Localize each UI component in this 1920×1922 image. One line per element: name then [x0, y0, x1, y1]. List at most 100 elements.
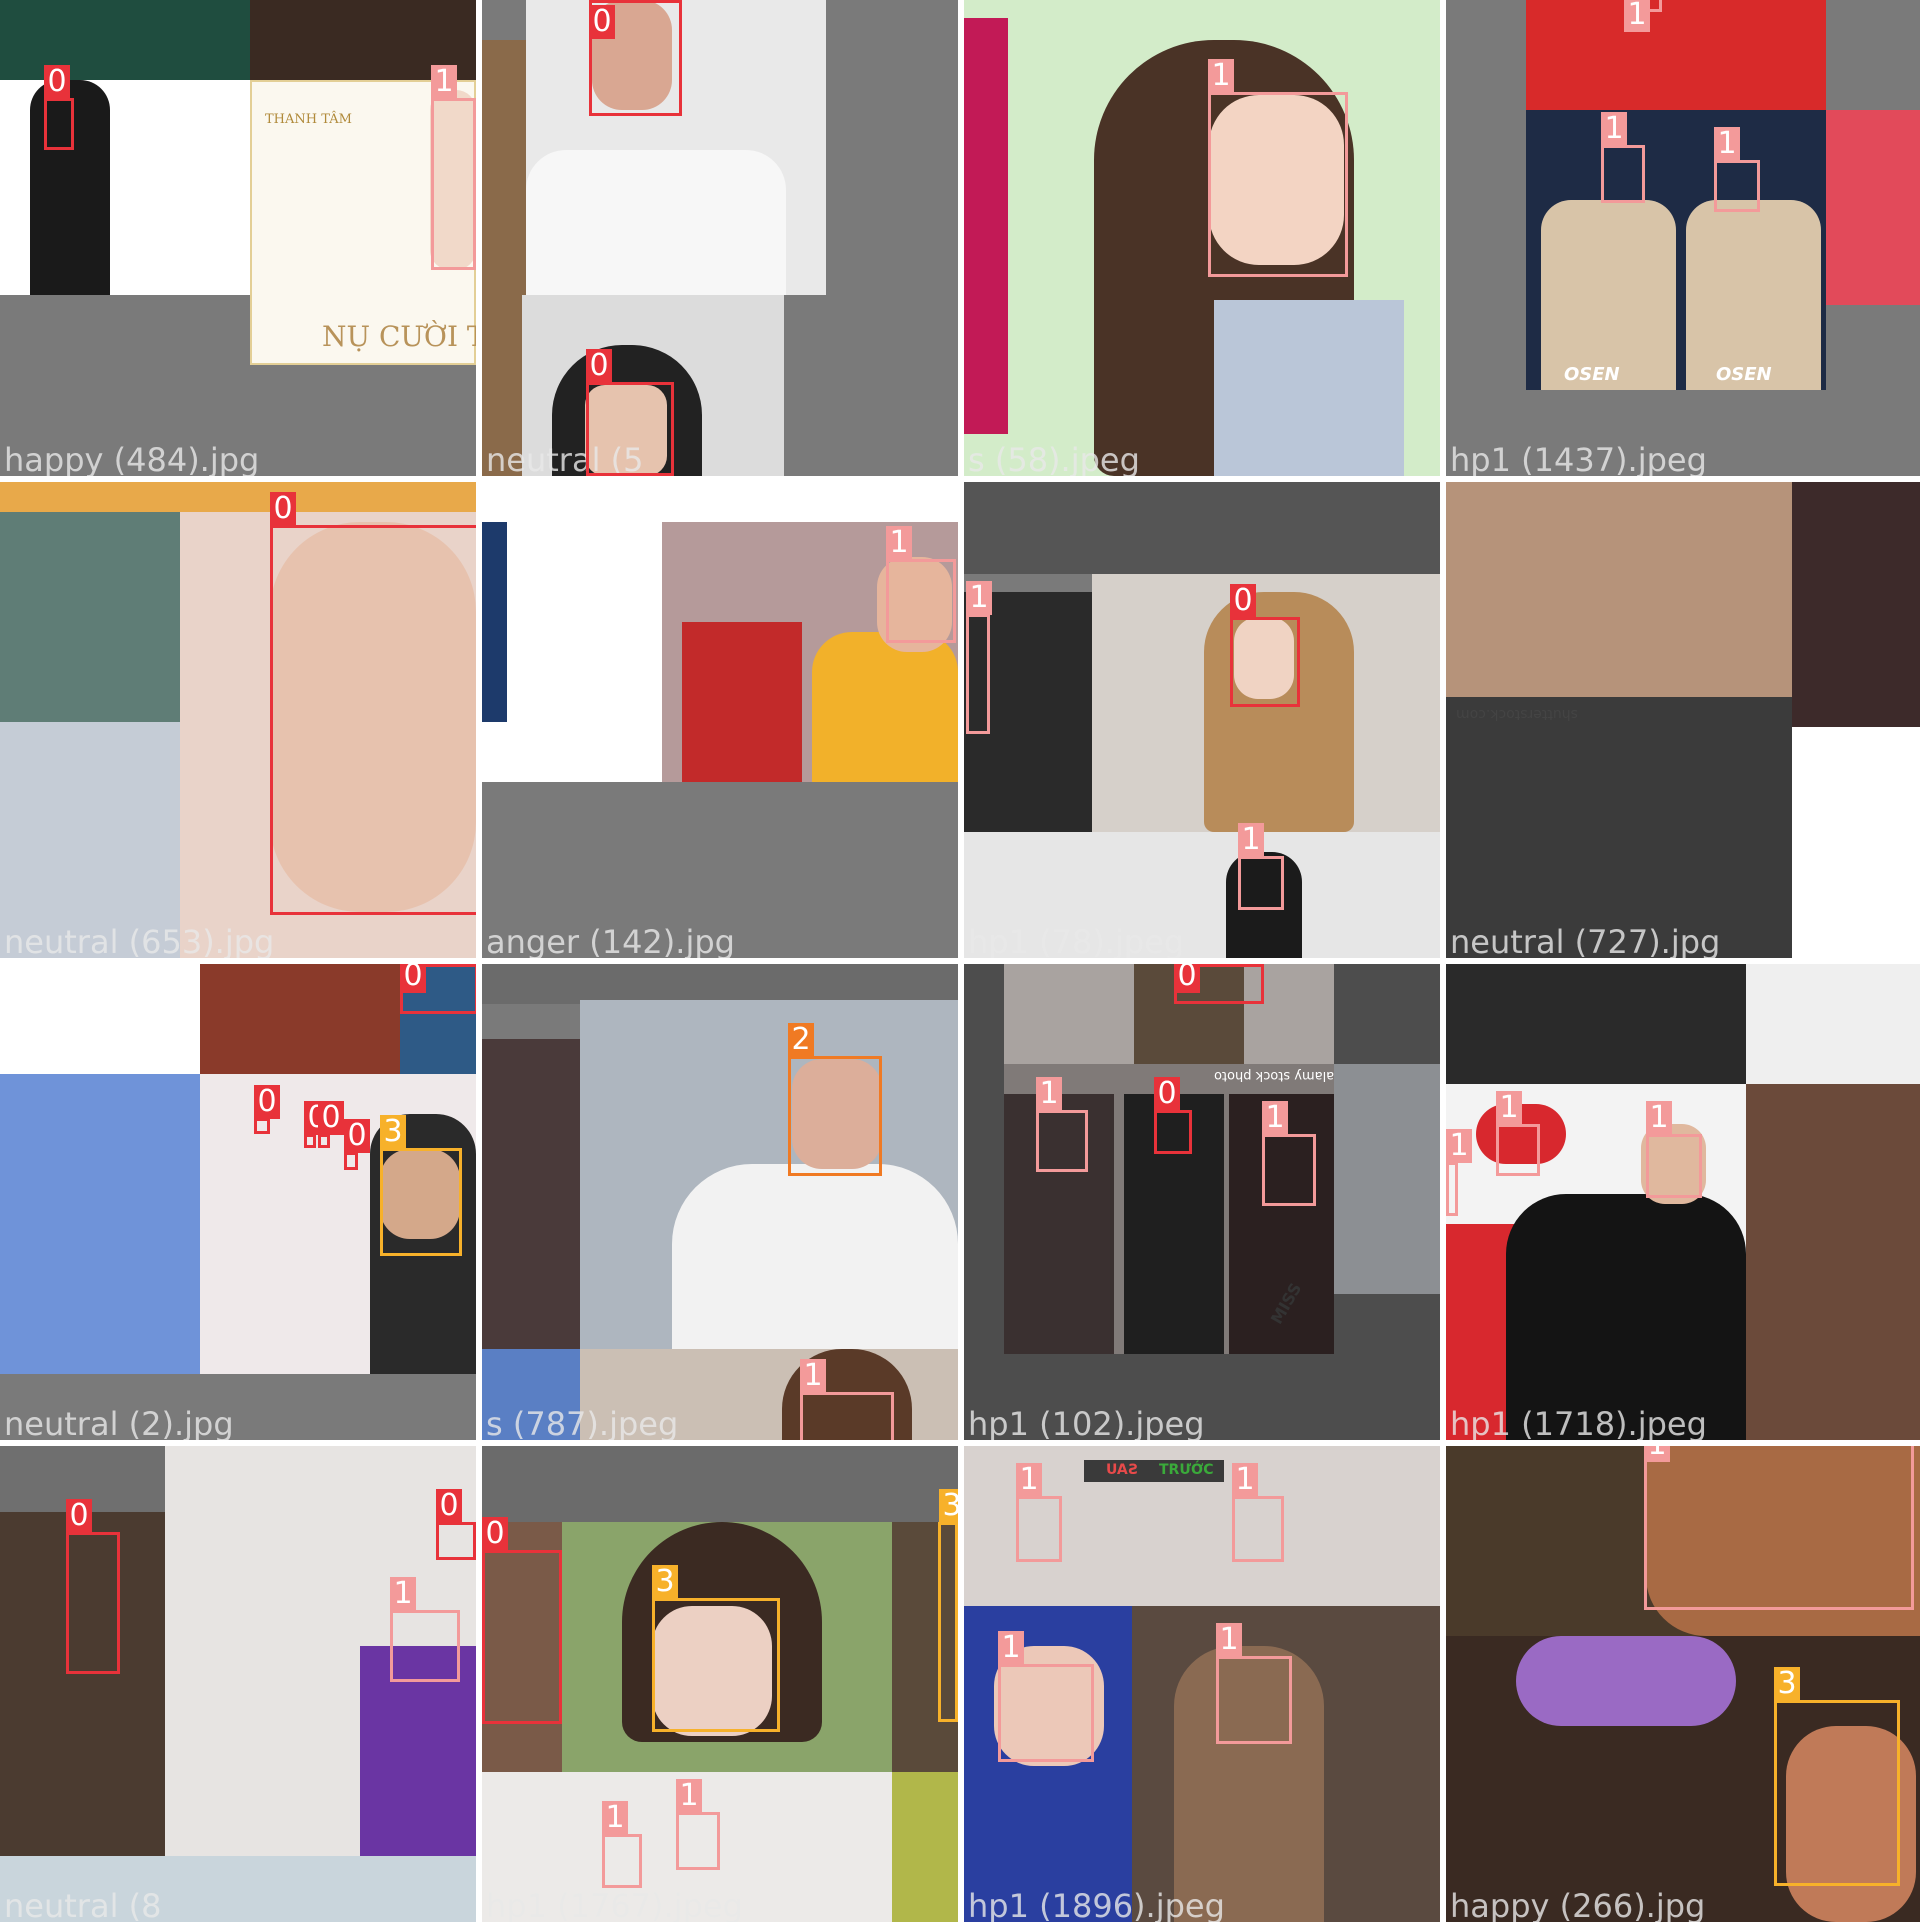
bounding-box: 2	[788, 1023, 882, 1176]
bounding-box: 1	[1714, 127, 1760, 212]
bbox-label: 1	[1601, 112, 1627, 146]
bounding-box: 1	[1232, 1463, 1284, 1562]
bbox-label: 0	[436, 1489, 462, 1523]
bbox-label: 1	[676, 1779, 702, 1813]
bounding-box: 0	[66, 1499, 120, 1674]
bbox-label: 0	[254, 1085, 280, 1119]
bounding-box: 0	[482, 1517, 562, 1724]
image-region	[1446, 964, 1746, 1084]
tile-neutral-2: neutral (2).jpg 0 3 0 0 0 0 3	[0, 964, 476, 1440]
bbox-label: 0	[44, 65, 70, 99]
bounding-box: 1	[1446, 1129, 1472, 1216]
bounding-box: 1	[800, 1359, 894, 1440]
bounding-box: 0	[589, 0, 682, 116]
bounding-box: 1	[998, 1631, 1094, 1762]
gingham-region	[0, 1074, 200, 1374]
bounding-box: 1	[1624, 0, 1662, 32]
bbox-label: 1	[1216, 1623, 1242, 1657]
osen-watermark: OSEN	[1716, 364, 1772, 385]
tile-caption: hp1 (1437).jpeg	[1450, 441, 1707, 476]
bounding-box: 1	[1016, 1463, 1062, 1562]
bbox-label: 0	[400, 964, 426, 993]
image-region	[0, 482, 476, 512]
bounding-box: 1	[1216, 1623, 1292, 1744]
bounding-box: 0	[254, 1085, 280, 1134]
shirt-region	[1214, 300, 1404, 476]
bounding-box: 1	[1644, 1446, 1914, 1610]
bbox-label: 3	[1774, 1667, 1800, 1701]
image-region	[1826, 110, 1920, 305]
brand-text: THANH TÂM	[265, 112, 352, 127]
image-region	[482, 964, 958, 1004]
tile-s-58: s (58).jpeg 1	[964, 0, 1440, 476]
bounding-box: 1	[1238, 823, 1284, 910]
bbox-label: 1	[966, 581, 992, 615]
bbox-label: 0	[589, 5, 615, 39]
bbox-label: 0	[270, 492, 296, 526]
bbox-label: 0	[482, 1517, 508, 1551]
bbox-label: 0	[344, 1119, 370, 1153]
bounding-box: 0	[304, 1101, 330, 1148]
bounding-box: 0	[1230, 584, 1300, 707]
image-region	[964, 18, 1008, 434]
tile-caption: anger (142).jpg	[486, 923, 735, 958]
bounding-box: 0	[318, 1101, 344, 1148]
image-region	[1792, 727, 1920, 958]
image-region	[1446, 697, 1792, 958]
crowd-region	[0, 722, 180, 958]
bounding-box: 1	[1496, 1091, 1540, 1176]
bbox-label: 1	[1446, 1129, 1472, 1163]
bbox-label: 3	[939, 1489, 958, 1523]
bbox-label: 1	[800, 1359, 826, 1393]
bbox-label: 1	[1262, 1101, 1288, 1135]
bbox-label: 1	[1036, 1077, 1062, 1111]
image-region	[0, 964, 200, 1074]
image-region	[0, 0, 250, 80]
bounding-box: 0	[44, 65, 74, 150]
coat-figure	[526, 150, 786, 295]
shutterstock-watermark: shutterstock.com	[1456, 706, 1578, 722]
bounding-box: 1	[886, 526, 956, 643]
nu-cuoi-text: NỤ CƯỜI TR	[322, 320, 476, 353]
tile-hp1-1437: OSEN OSEN hp1 (1437).jpeg 1 1 1	[1446, 0, 1920, 476]
bbox-label: 1	[1646, 1101, 1672, 1135]
image-region	[482, 40, 526, 476]
tile-caption: happy (484).jpg	[4, 441, 260, 476]
bounding-box: 1	[1262, 1101, 1316, 1206]
bounding-box: 3	[938, 1489, 958, 1722]
bbox-label: 1	[390, 1577, 416, 1611]
tile-hp1-1718: hp1 (1718).jpeg 1 1 1	[1446, 964, 1920, 1440]
bbox-label: 1	[1624, 0, 1650, 32]
bounding-box: 1	[1601, 112, 1645, 203]
tile-neutral-5: neutral (5 0 0	[482, 0, 958, 476]
image-region	[1746, 964, 1920, 1084]
image-region	[964, 482, 1440, 574]
bbox-label: 0	[1230, 584, 1256, 618]
bbox-label: 0	[1154, 1077, 1180, 1111]
bbox-label: 1	[886, 526, 912, 560]
bounding-box: 1	[1036, 1077, 1088, 1172]
bbox-label: 3	[380, 1115, 406, 1149]
tile-anger-142: anger (142).jpg 1	[482, 482, 958, 958]
shirt-region	[812, 632, 958, 782]
shirt-region	[1506, 1194, 1746, 1440]
bbox-label: 2	[788, 1023, 814, 1057]
bounding-box: 3	[1774, 1667, 1900, 1886]
sign-text-truoc: TRƯỚC	[1159, 1462, 1214, 1478]
balloons-region	[1516, 1636, 1736, 1726]
tile-hp1-78: hp1 (78).jpeg 0 1 1	[964, 482, 1440, 958]
bbox-label: 0	[586, 349, 612, 383]
coat-figure	[1541, 200, 1676, 390]
image-region	[0, 1856, 476, 1922]
bounding-box: 1	[390, 1577, 460, 1682]
tile-happy-266: happy (266).jpg 1 3	[1446, 1446, 1920, 1922]
alamy-watermark: alamy stock photo	[1214, 1068, 1335, 1083]
bounding-box: 1	[1208, 59, 1348, 277]
tile-neutral-653: neutral (653).jpg 0 1	[0, 482, 476, 958]
image-region	[964, 832, 1440, 958]
bbox-label: 0	[318, 1101, 344, 1135]
image-region	[1334, 1064, 1440, 1294]
bounding-box: 3	[380, 1115, 462, 1256]
tile-neutral-727: shutterstock.com neutral (727).jpg	[1446, 482, 1920, 958]
bbox-label: 1	[1714, 127, 1740, 161]
